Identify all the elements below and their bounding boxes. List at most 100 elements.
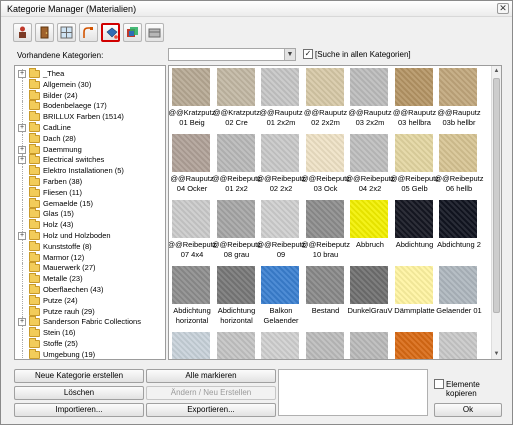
material-tile[interactable]: @@Reibeputz 04 2x2 — [346, 132, 395, 196]
material-label: @@Reibeputz 05 Gelb — [390, 174, 439, 193]
material-tile[interactable]: @@Reibeputz 08 grau — [212, 198, 261, 262]
ok-button[interactable]: Ok — [434, 403, 502, 417]
tree-item[interactable]: Mauerwerk (27) — [15, 262, 165, 274]
tree-item[interactable]: + Daemmung — [15, 143, 165, 155]
material-tile[interactable]: Abdichtung 2 — [437, 198, 481, 262]
tree-item[interactable]: BRILLUX Farben (1514) — [15, 111, 165, 123]
material-tile[interactable]: @@Rauputz 04 Ocker — [170, 132, 214, 196]
tree-item[interactable]: Putze rauh (29) — [15, 305, 165, 317]
import-button[interactable]: Importieren... — [14, 403, 144, 417]
material-tile[interactable] — [260, 330, 302, 359]
tree-item[interactable]: Metalle (23) — [15, 273, 165, 285]
tree-item[interactable]: Stein (16) — [15, 327, 165, 339]
material-tile[interactable]: Abdichtung horizontal — [216, 264, 258, 328]
material-tile[interactable] — [305, 330, 347, 359]
material-tile[interactable]: @@Reibeputz 03 Ock — [301, 132, 350, 196]
delete-button[interactable]: Löschen — [14, 386, 144, 400]
material-tile[interactable]: @@Reibeputz 10 brau — [301, 198, 350, 262]
category-tree[interactable]: + _Thea Allgemein (30) Bilder (24) Bodenbela… — [14, 65, 166, 360]
tree-item[interactable]: Oberflaechen (43) — [15, 284, 165, 295]
material-tile[interactable]: @@Rauputz 03 2x2m — [348, 66, 392, 130]
material-tile[interactable]: Abdichtung horizontal — [171, 264, 213, 328]
copy-elements-checkbox[interactable] — [434, 379, 444, 389]
objects-category-button[interactable] — [13, 23, 32, 42]
tree-item[interactable]: + Sanderson Fabric Collections — [15, 316, 165, 328]
tree-item[interactable]: Dach (28) — [15, 132, 165, 144]
tree-item[interactable]: Farben (38) — [15, 176, 165, 187]
search-all-checkbox[interactable]: ✓ — [303, 49, 313, 59]
tree-item-label: Elektro Installationen (5) — [43, 166, 124, 176]
tree-item[interactable]: Glas (15) — [15, 208, 165, 220]
textures-category-button[interactable] — [123, 23, 142, 42]
tree-item[interactable]: Putze (24) — [15, 294, 165, 306]
material-tile[interactable]: @@Rauputz 01 2x2m — [259, 66, 303, 130]
material-tile[interactable]: Balkon Gelaender — [260, 264, 302, 328]
tree-item[interactable]: Bilder (24) — [15, 89, 165, 101]
tree-item[interactable]: Holz (43) — [15, 219, 165, 231]
material-tile[interactable]: Abbruch — [349, 198, 391, 262]
material-tile[interactable] — [216, 330, 258, 359]
scrollbar-thumb[interactable] — [493, 78, 500, 313]
material-tile[interactable]: Dämmplatte — [394, 264, 436, 328]
tree-item[interactable]: Bodenbelaege (17) — [15, 100, 165, 112]
tree-item-label: Allgemein (30) — [43, 79, 92, 89]
material-tile[interactable]: @@Rauputz 03b hellbr — [437, 66, 481, 130]
material-tile[interactable] — [349, 330, 391, 359]
tree-item[interactable]: + _Thea — [15, 68, 165, 79]
tree-item[interactable]: Elektro Installationen (5) — [15, 165, 165, 177]
material-tile[interactable]: Bestand — [305, 264, 347, 328]
tree-connector — [22, 263, 23, 274]
material-tile[interactable]: Abdichtung — [394, 198, 436, 262]
expand-icon[interactable]: + — [18, 232, 26, 240]
material-tile[interactable]: @@Reibeputz 05 Gelb — [390, 132, 439, 196]
material-tile[interactable]: @@Reibeputz 09 — [257, 198, 306, 262]
material-swatch — [172, 200, 210, 238]
tree-item[interactable]: + Electrical switches — [15, 154, 165, 166]
material-tile[interactable] — [171, 330, 213, 359]
mark-all-button[interactable]: Alle markieren — [146, 369, 276, 383]
expand-icon[interactable]: + — [18, 124, 26, 132]
tree-item[interactable]: Stoffe (25) — [15, 338, 165, 349]
expand-icon[interactable]: + — [18, 156, 26, 165]
material-tile[interactable] — [394, 330, 436, 359]
material-label: @@Rauputz 03 hellbra — [392, 108, 437, 127]
material-tile[interactable]: @@Reibeputz 02 2x2 — [257, 132, 306, 196]
expand-icon[interactable]: + — [18, 70, 26, 78]
materials-grid[interactable]: @@Kratzputz 01 Beig @@Kratzputz 02 Cre @@R… — [168, 65, 502, 360]
material-tile[interactable]: @@Reibeputz 06 hellb — [435, 132, 484, 196]
close-button[interactable]: ✕ — [497, 3, 509, 14]
tree-item[interactable]: Kunststoffe (8) — [15, 240, 165, 252]
tree-item[interactable]: Marmor (12) — [15, 251, 165, 263]
expand-icon[interactable]: + — [18, 145, 26, 154]
export-button[interactable]: Exportieren... — [146, 403, 276, 417]
material-tile[interactable]: DunkelGrauV — [347, 264, 393, 328]
scroll-up-icon[interactable]: ▲ — [492, 66, 501, 76]
dropdown-arrow-icon[interactable]: ▼ — [284, 49, 295, 60]
tree-item[interactable]: Umgebung (19) — [15, 348, 165, 359]
materials-category-button[interactable] — [101, 23, 120, 42]
sanitary-category-button[interactable] — [79, 23, 98, 42]
vertical-scrollbar[interactable]: ▲ ▼ — [491, 66, 501, 359]
material-tile[interactable]: @@Kratzputz 01 Beig — [169, 66, 215, 130]
material-tile[interactable]: @@Rauputz 02 2x2m — [304, 66, 347, 130]
doors-category-button[interactable] — [35, 23, 54, 42]
material-tile[interactable]: Gelaender 01 — [436, 264, 482, 328]
new-category-button[interactable]: Neue Kategorie erstellen — [14, 369, 144, 383]
change-new-button[interactable]: Ändern / Neu Erstellen — [146, 386, 276, 400]
material-tile[interactable]: @@Reibeputz 01 2x2 — [212, 132, 261, 196]
windows-category-button[interactable] — [57, 23, 76, 42]
expand-icon[interactable]: + — [18, 318, 26, 327]
material-tile[interactable] — [438, 330, 480, 359]
tree-item[interactable]: Fliesen (11) — [15, 186, 165, 198]
tree-item[interactable]: + Holz und Holzboden — [15, 230, 165, 241]
tree-item[interactable]: Gemaelde (15) — [15, 197, 165, 209]
tree-item-label: Electrical switches — [43, 155, 105, 165]
tree-item[interactable]: Allgemein (30) — [15, 78, 165, 90]
scroll-down-icon[interactable]: ▼ — [492, 349, 501, 359]
elements-category-button[interactable] — [145, 23, 164, 42]
tree-item[interactable]: + CadLine — [15, 122, 165, 133]
search-combobox[interactable]: ▼ — [168, 48, 296, 61]
material-tile[interactable]: @@Kratzputz 02 Cre — [213, 66, 260, 130]
material-tile[interactable]: @@Reibeputz 07 4x4 — [169, 198, 217, 262]
material-tile[interactable]: @@Rauputz 03 hellbra — [393, 66, 436, 130]
